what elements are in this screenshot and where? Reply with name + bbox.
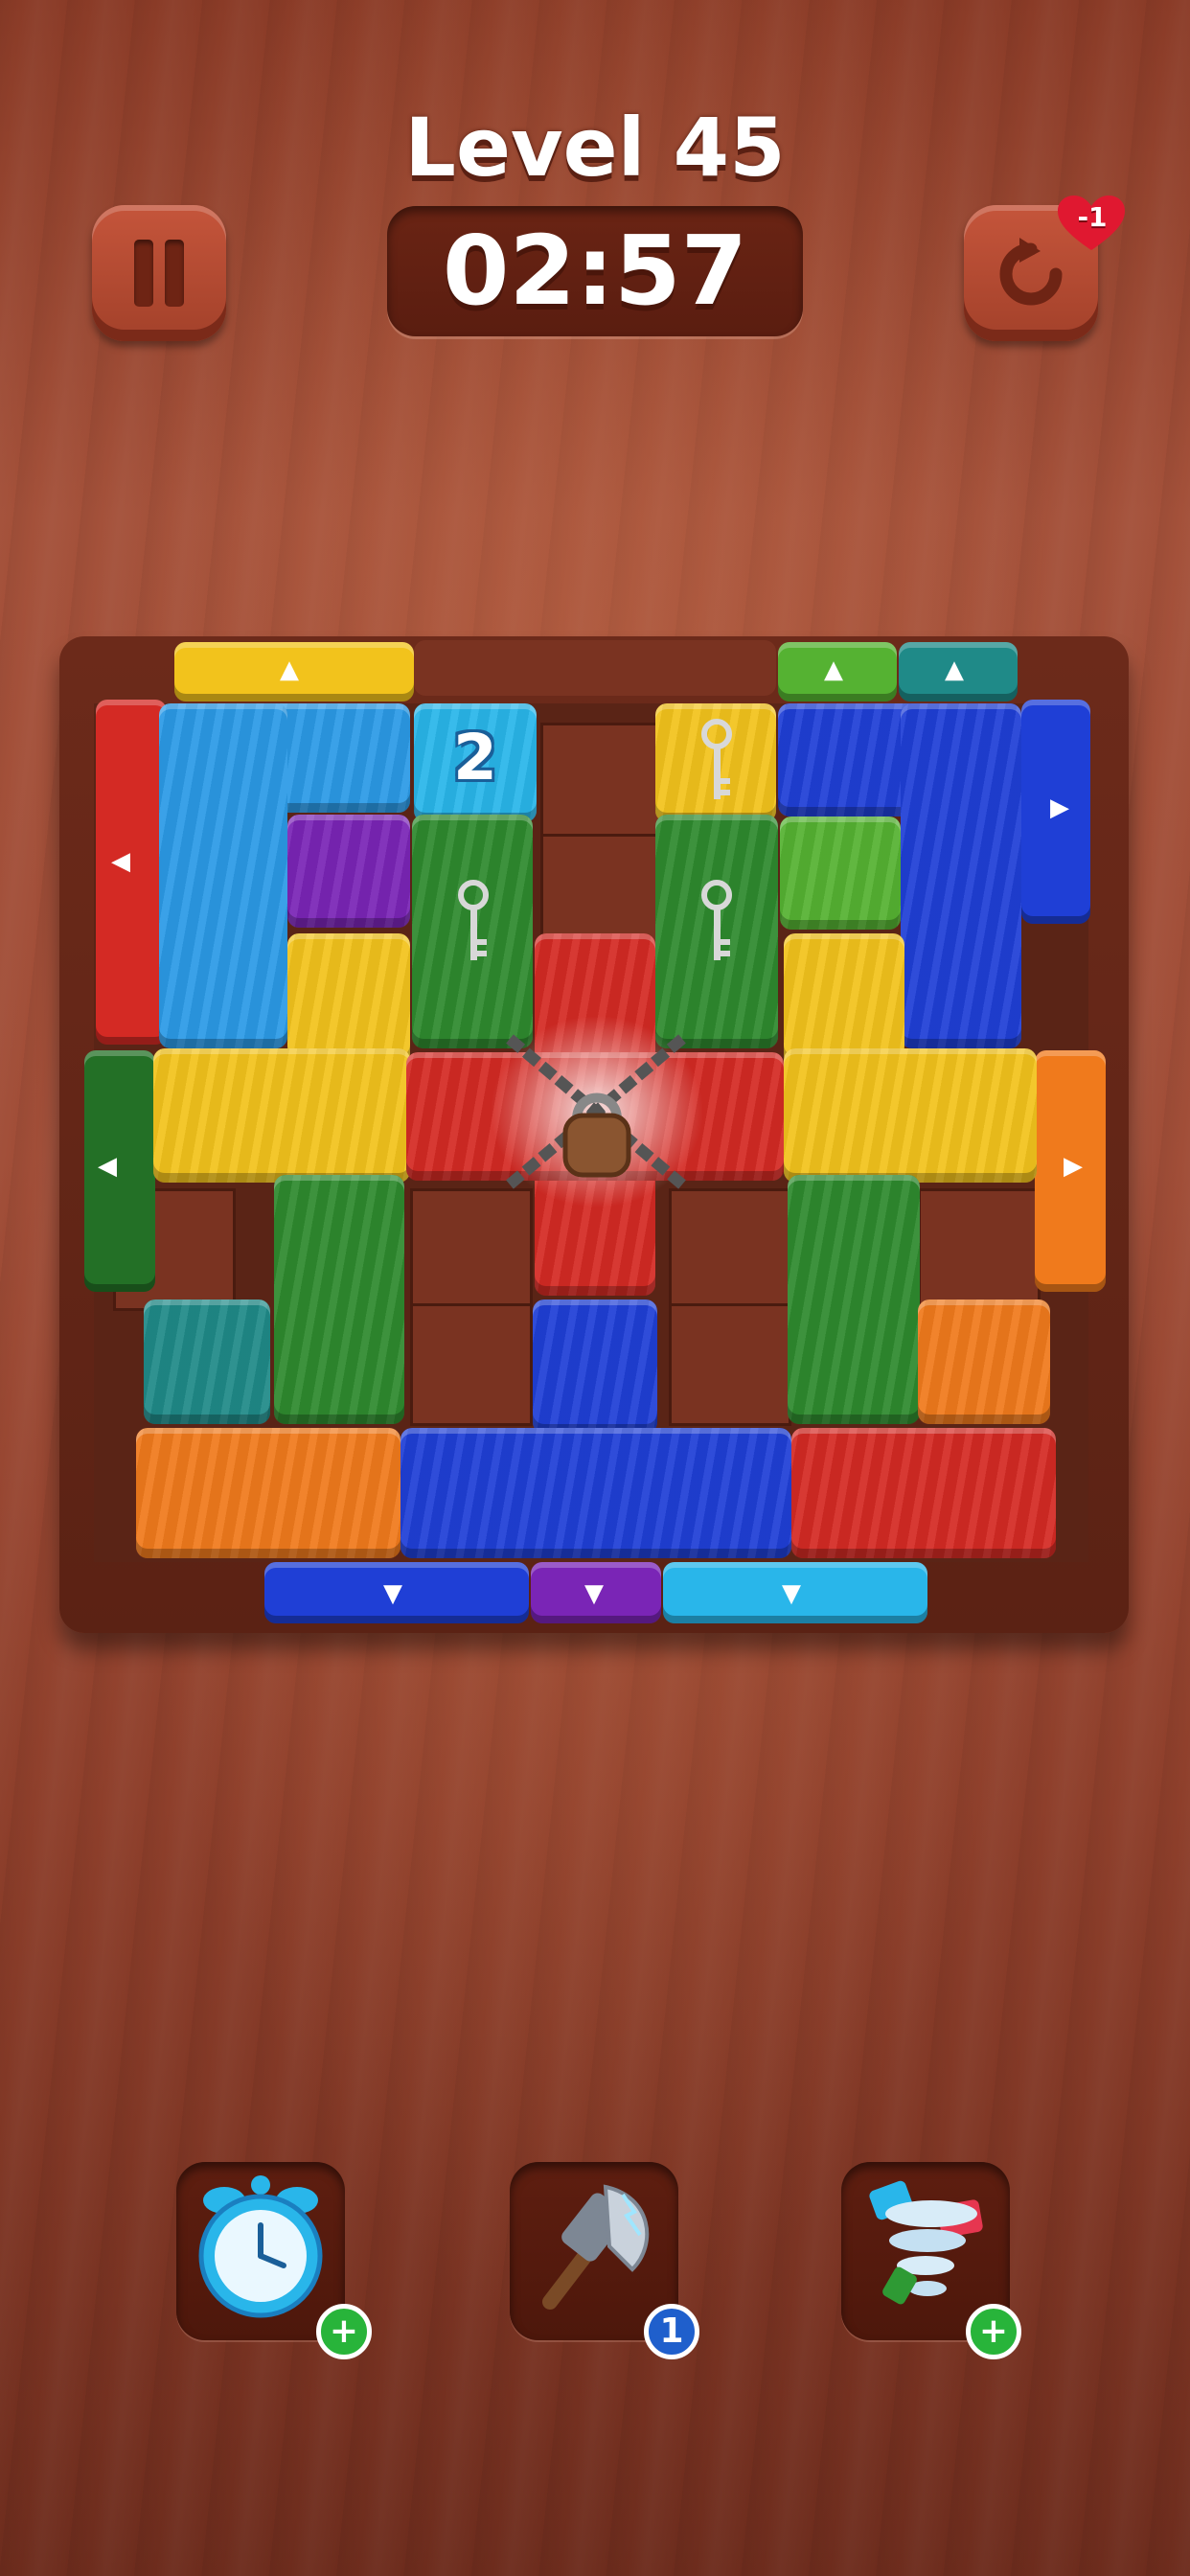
timer: 02:57	[442, 215, 748, 327]
block-yellow-right-top[interactable]	[784, 933, 904, 1066]
powerup-tornado-badge: +	[966, 2304, 1021, 2359]
arrow-right-icon: ▶	[1050, 794, 1069, 822]
pause-icon-bar	[165, 240, 184, 307]
block-yellow-left-top[interactable]	[287, 933, 410, 1066]
block-green-bottom-left[interactable]	[274, 1175, 404, 1424]
lives-change-label: -1	[1077, 201, 1108, 233]
block-blue-right-stem[interactable]	[901, 703, 1021, 1048]
block-purple[interactable]	[287, 815, 410, 928]
key-icon	[458, 880, 489, 960]
exit-rail-right-orange: ▶	[1035, 1050, 1106, 1292]
block-green-bottom-right[interactable]	[788, 1175, 920, 1424]
counter-block-cyan[interactable]: 2	[414, 703, 537, 822]
exit-rail-left-green: ◀	[84, 1050, 155, 1292]
pause-button[interactable]	[92, 205, 226, 341]
counter-value: 2	[453, 721, 497, 794]
block-green-key-right[interactable]	[655, 815, 778, 1048]
block-yellow-left-bottom[interactable]	[153, 1048, 410, 1183]
exit-rail-bottom-purple: ▼	[531, 1562, 661, 1623]
arrow-up-icon: ▲	[945, 656, 964, 684]
grid-cell	[540, 723, 663, 845]
exit-rail-top-teal: ▲	[899, 642, 1018, 702]
powerup-tornado-shuffle[interactable]: +	[841, 2162, 1021, 2359]
exit-rail-bottom-cyan: ▼	[663, 1562, 927, 1623]
powerup-hammer[interactable]: 1	[510, 2162, 699, 2359]
block-lightblue-stem[interactable]	[159, 703, 287, 1048]
block-green-key-left[interactable]	[412, 815, 533, 1048]
arrow-up-icon: ▲	[824, 656, 843, 684]
block-red-bottom[interactable]	[791, 1428, 1056, 1558]
key-icon	[701, 880, 732, 960]
arrow-right-icon: ▶	[1064, 1152, 1083, 1181]
powerup-hammer-count: 1	[644, 2304, 699, 2359]
exit-rail-top-green: ▲	[778, 642, 897, 702]
block-orange-large[interactable]	[136, 1428, 400, 1558]
arrow-left-icon: ◀	[111, 847, 130, 876]
level-title: Level 45	[404, 101, 786, 195]
exit-rail-bottom-blue: ▼	[264, 1562, 529, 1623]
exit-rail-top-yellow: ▲	[174, 642, 414, 702]
block-blue-t-bottom[interactable]	[400, 1428, 791, 1558]
exit-rail-left-red: ◀	[96, 700, 167, 1045]
arrow-down-icon: ▼	[383, 1579, 402, 1608]
hammer-icon	[542, 2184, 650, 2310]
block-lightgreen[interactable]	[780, 816, 901, 930]
grid-cell	[669, 1303, 791, 1426]
chain-padlock-icon	[491, 1016, 703, 1208]
grid-cell	[918, 1188, 1041, 1311]
exit-rail-right-blue: ▶	[1021, 700, 1090, 924]
block-blue-t-stem[interactable]	[533, 1300, 657, 1434]
alarm-clock-icon	[198, 2175, 323, 2318]
block-teal[interactable]	[144, 1300, 270, 1424]
block-yellow-key[interactable]	[655, 703, 776, 822]
powerup-alarm-badge: +	[316, 2304, 372, 2359]
frame-segment	[414, 640, 776, 696]
arrow-up-icon: ▲	[280, 656, 299, 684]
key-icon	[701, 719, 732, 799]
pause-icon	[134, 240, 153, 307]
grid-cell	[410, 1303, 533, 1426]
arrow-left-icon: ◀	[98, 1152, 117, 1181]
block-yellow-right-bottom[interactable]	[784, 1048, 1037, 1183]
powerup-alarm-clock[interactable]: +	[176, 2162, 372, 2359]
block-orange-small[interactable]	[918, 1300, 1050, 1424]
arrow-down-icon: ▼	[782, 1579, 801, 1608]
tornado-icon	[869, 2180, 983, 2305]
arrow-down-icon: ▼	[584, 1579, 604, 1608]
